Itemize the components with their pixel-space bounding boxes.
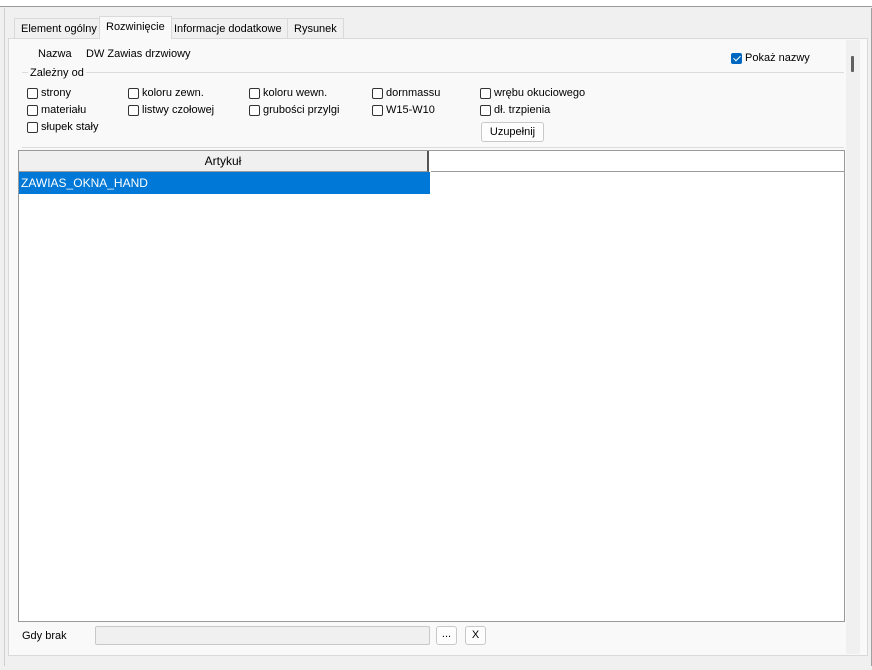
checkbox-label: listwy czołowej bbox=[142, 104, 215, 116]
checkbox-dornmassu[interactable]: dornmassu bbox=[372, 87, 440, 99]
checkbox-box[interactable] bbox=[480, 104, 491, 116]
checkbox-box[interactable] bbox=[480, 87, 491, 99]
scrollbar-thumb[interactable] bbox=[851, 56, 854, 72]
checkbox-label: W15-W10 bbox=[386, 104, 435, 116]
checkbox-strony[interactable]: strony bbox=[27, 87, 71, 99]
checkbox-koloru-zewn[interactable]: koloru zewn. bbox=[128, 87, 204, 99]
tab-rysunek[interactable]: Rysunek bbox=[287, 18, 344, 38]
article-grid[interactable] bbox=[18, 150, 845, 622]
tab-element-ogolny[interactable]: Element ogólny bbox=[14, 18, 104, 38]
checkbox-label: koloru zewn. bbox=[142, 87, 204, 99]
vertical-scrollbar[interactable] bbox=[846, 40, 860, 654]
checkbox-dl-trzpienia[interactable]: dł. trzpienia bbox=[480, 104, 550, 116]
checkbox-box[interactable] bbox=[249, 104, 260, 116]
checkbox-label: dł. trzpienia bbox=[494, 104, 551, 116]
tab-informacje-dodatkowe[interactable]: Informacje dodatkowe bbox=[167, 18, 289, 38]
checkbox-materialu[interactable]: materiału bbox=[27, 104, 86, 116]
if-missing-field[interactable] bbox=[95, 626, 430, 645]
checkbox-label: słupek stały bbox=[41, 121, 99, 133]
name-label: Nazwa bbox=[38, 48, 72, 60]
checkbox-slupek-staly[interactable]: słupek stały bbox=[27, 121, 98, 133]
checkbox-label: grubości przylgi bbox=[263, 104, 340, 116]
checkbox-box[interactable] bbox=[128, 87, 139, 99]
checkbox-label: strony bbox=[41, 87, 71, 99]
checkbox-checked-icon[interactable] bbox=[731, 52, 742, 64]
checkbox-label: materiału bbox=[41, 104, 87, 116]
show-names-checkbox[interactable]: Pokaż nazwy bbox=[731, 52, 810, 64]
checkbox-box[interactable] bbox=[27, 121, 38, 133]
window-top-edge bbox=[0, 0, 872, 7]
if-missing-label: Gdy brak bbox=[22, 630, 67, 642]
checkbox-label: wrębu okuciowego bbox=[494, 87, 586, 99]
checkbox-w15-w10[interactable]: W15-W10 bbox=[372, 104, 435, 116]
table-row-selected[interactable]: ZAWIAS_OKNA_HAND bbox=[19, 172, 430, 194]
name-value: DW Zawias drzwiowy bbox=[86, 48, 191, 60]
checkbox-box[interactable] bbox=[249, 87, 260, 99]
checkbox-box[interactable] bbox=[372, 104, 383, 116]
checkbox-box[interactable] bbox=[372, 87, 383, 99]
browse-button[interactable]: ... bbox=[436, 626, 457, 645]
checkbox-box[interactable] bbox=[128, 104, 139, 116]
depends-group-title: Zależny od bbox=[28, 67, 86, 79]
checkbox-listwy-czolowej[interactable]: listwy czołowej bbox=[128, 104, 214, 116]
clear-button[interactable]: X bbox=[465, 626, 486, 645]
checkbox-label: dornmassu bbox=[386, 87, 441, 99]
checkbox-box[interactable] bbox=[27, 87, 38, 99]
checkbox-koloru-wewn[interactable]: koloru wewn. bbox=[249, 87, 327, 99]
column-header-empty[interactable] bbox=[431, 151, 844, 172]
tab-rozwiniecie[interactable]: Rozwinięcie bbox=[99, 16, 172, 39]
show-names-label: Pokaż nazwy bbox=[745, 52, 810, 64]
checkbox-grubosci-przylgi[interactable]: grubości przylgi bbox=[249, 104, 339, 116]
column-header-artykul[interactable]: Artykuł bbox=[19, 151, 429, 172]
checkbox-box[interactable] bbox=[27, 104, 38, 116]
checkbox-wrebu-okuciowego[interactable]: wrębu okuciowego bbox=[480, 87, 585, 99]
checkbox-label: koloru wewn. bbox=[263, 87, 328, 99]
fill-button[interactable]: Uzupełnij bbox=[481, 122, 544, 142]
